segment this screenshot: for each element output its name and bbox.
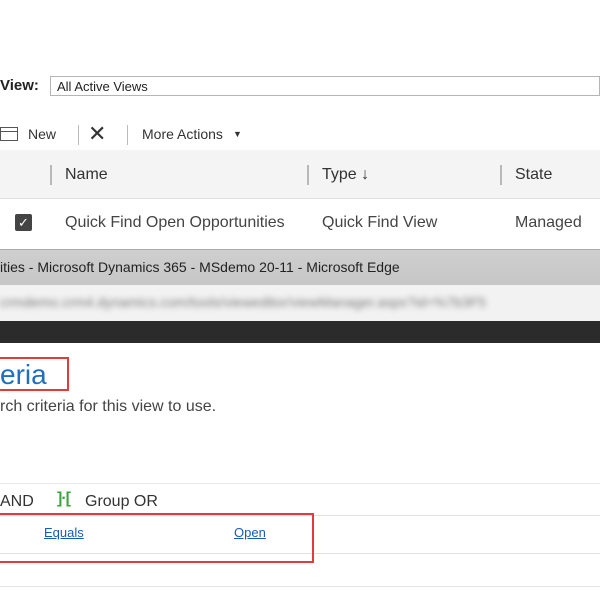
checkbox-checked-icon[interactable]: ✓ [15,214,32,231]
close-icon[interactable]: ✕ [88,121,106,147]
new-button[interactable]: New [28,126,56,142]
cell-state: Managed [515,214,582,231]
chevron-down-icon[interactable]: ▼ [233,129,242,139]
new-icon[interactable] [0,127,18,141]
more-actions-button[interactable]: More Actions [142,126,223,142]
group-or-icon[interactable]: ]·[ [57,490,71,508]
cell-name[interactable]: Quick Find Open Opportunities [65,214,285,232]
column-header-type[interactable]: Type ↓ [322,166,369,184]
title-highlight-box [0,357,69,391]
criteria-description: rch criteria for this view to use. [0,398,217,415]
column-header-state[interactable]: State [515,166,552,184]
address-url: crmdemo.crm4.dynamics.com/tools/viewedit… [0,294,486,310]
view-selector[interactable]: All Active Views [50,76,600,96]
column-divider [307,165,309,185]
cell-type: Quick Find View [322,214,438,231]
view-label: View: [0,77,39,94]
window-title: ities - Microsoft Dynamics 365 - MSdemo … [0,259,400,275]
condition-highlight-box [0,513,314,563]
column-divider [500,165,502,185]
toolbar-divider [78,125,79,145]
divider [0,586,600,587]
browser-toolbar-strip [0,321,600,343]
group-or-button[interactable]: Group OR [85,493,158,511]
group-and-button[interactable]: AND [0,493,34,511]
column-header-name[interactable]: Name [65,166,108,184]
toolbar-divider [127,125,128,145]
column-divider [50,165,52,185]
